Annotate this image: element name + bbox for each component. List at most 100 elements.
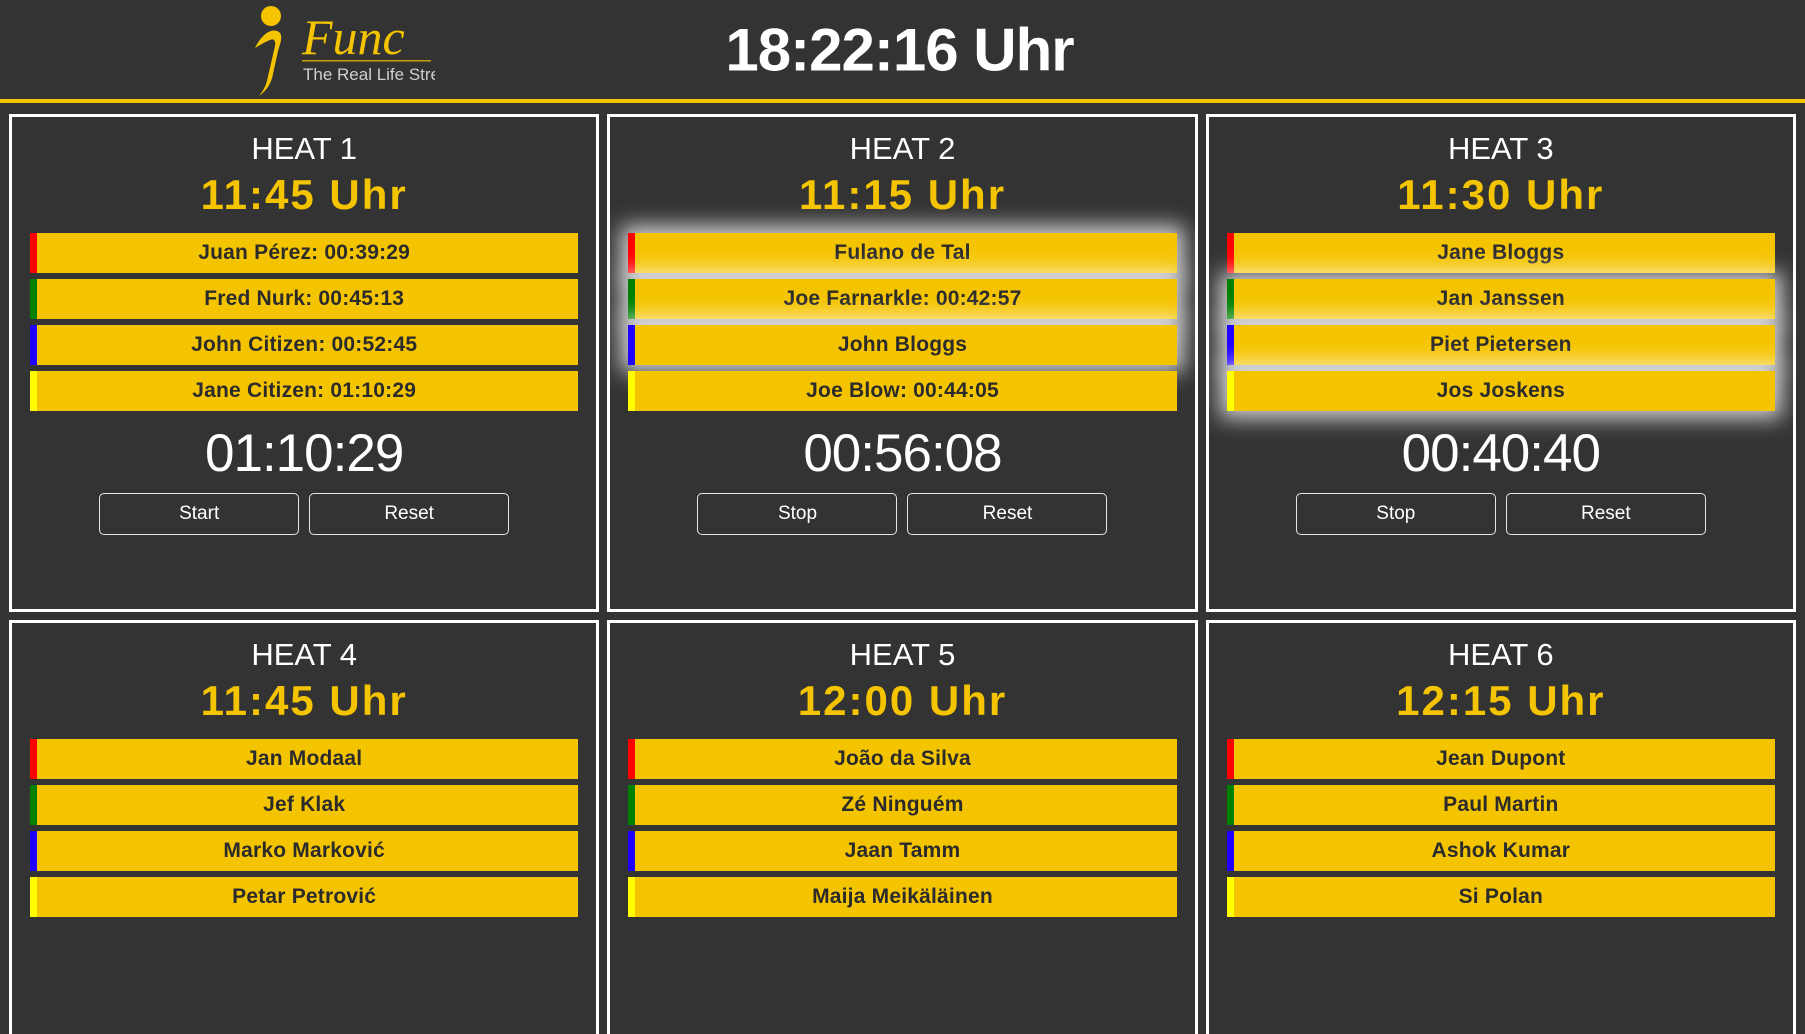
lane-color-marker <box>628 785 636 826</box>
heat-title: HEAT 6 <box>1447 637 1554 672</box>
lane-color-marker <box>628 233 636 274</box>
athlete-label: Petar Petrović <box>232 885 377 909</box>
athlete-row[interactable]: Fulano de Tal <box>628 233 1177 274</box>
heat-title: HEAT 2 <box>849 131 956 166</box>
athlete-label: Si Polan <box>1458 885 1544 909</box>
lane-color-marker <box>628 325 636 366</box>
lane-color-marker <box>1226 233 1234 274</box>
athlete-label: Jean Dupont <box>1436 747 1566 771</box>
athlete-label: Piet Pietersen <box>1429 333 1572 357</box>
heat-title: HEAT 5 <box>849 637 956 672</box>
lane-color-marker <box>1226 371 1234 412</box>
athlete-label: Jan Janssen <box>1436 287 1565 311</box>
reset-button[interactable]: Reset <box>907 493 1108 536</box>
athlete-row[interactable]: Marko Marković <box>30 831 579 872</box>
lane-color-marker <box>30 831 37 872</box>
lane-color-marker <box>628 831 636 872</box>
reset-button[interactable]: Reset <box>309 493 510 536</box>
athlete-row[interactable]: John Citizen: 00:52:45 <box>30 325 579 366</box>
athlete-row[interactable]: Piet Pietersen <box>1226 325 1775 366</box>
lane-color-marker <box>30 785 37 826</box>
heat-card: HEAT 6 12:15 Uhr Jean Dupont Paul Martin Ash… <box>1205 620 1796 1034</box>
heat-start-time: 12:00 Uhr <box>797 676 1008 724</box>
heat-card: HEAT 5 12:00 Uhr João da Silva Zé Ninguém Ja… <box>607 620 1198 1034</box>
lane-color-marker <box>1226 279 1234 320</box>
athlete-list: Fulano de Tal Joe Farnarkle: 00:42:57 John… <box>628 233 1177 412</box>
lane-color-marker <box>30 233 37 274</box>
athlete-label: Juan Pérez: 00:39:29 <box>198 241 411 265</box>
athlete-row[interactable]: Juan Pérez: 00:39:29 <box>30 233 579 274</box>
heat-start-time: 11:15 Uhr <box>798 170 1007 218</box>
start-button[interactable]: Start <box>99 493 300 536</box>
athlete-label: Joe Farnarkle: 00:42:57 <box>783 287 1022 311</box>
athlete-label: Marko Marković <box>223 839 385 863</box>
heat-card: HEAT 4 11:45 Uhr Jan Modaal Jef Klak Marko M… <box>9 620 600 1034</box>
heat-start-time: 11:45 Uhr <box>200 676 408 724</box>
lane-color-marker <box>30 877 37 918</box>
athlete-row[interactable]: Jef Klak <box>30 785 579 826</box>
athlete-row[interactable]: Jos Joskens <box>1226 371 1775 412</box>
heat-controls: Start Reset <box>30 493 578 536</box>
athlete-row[interactable]: Si Polan <box>1226 877 1775 918</box>
header-clock: 18:22:16 Uhr <box>725 16 1074 83</box>
lane-color-marker <box>30 739 37 780</box>
athlete-list: Jane Bloggs Jan Janssen Piet Pietersen Jos … <box>1226 233 1775 412</box>
heat-controls: Stop Reset <box>628 493 1176 536</box>
athlete-row[interactable]: Jean Dupont <box>1226 739 1775 780</box>
athlete-row[interactable]: Petar Petrović <box>30 877 579 918</box>
heat-timer: 01:10:29 <box>205 424 404 484</box>
heat-start-time: 12:15 Uhr <box>1396 676 1606 724</box>
heat-card: HEAT 2 11:15 Uhr Fulano de Tal Joe Farnarkl… <box>607 114 1198 612</box>
athlete-row[interactable]: Joe Farnarkle: 00:42:57 <box>628 279 1177 320</box>
heat-timer: 00:40:40 <box>1401 424 1601 484</box>
lane-color-marker <box>1226 831 1234 872</box>
athlete-row[interactable]: Fred Nurk: 00:45:13 <box>30 279 579 320</box>
heats-grid: HEAT 1 11:45 Uhr Juan Pérez: 00:39:29 Fred … <box>0 103 1805 1034</box>
athlete-row[interactable]: Jane Citizen: 01:10:29 <box>30 371 579 412</box>
athlete-row[interactable]: John Bloggs <box>628 325 1177 366</box>
athlete-row[interactable]: Jaan Tamm <box>628 831 1177 872</box>
athlete-label: Paul Martin <box>1443 793 1559 817</box>
lane-color-marker <box>30 279 37 320</box>
app-header: Func The Real Life Strength 18:22:16 Uhr <box>0 0 1805 103</box>
athlete-row[interactable]: Ashok Kumar <box>1226 831 1775 872</box>
athlete-row[interactable]: Maija Meikäläinen <box>628 877 1177 918</box>
lane-color-marker <box>30 371 37 412</box>
athlete-label: Fred Nurk: 00:45:13 <box>204 287 405 311</box>
athlete-row[interactable]: João da Silva <box>628 739 1177 780</box>
athlete-row[interactable]: Jan Modaal <box>30 739 579 780</box>
stop-button[interactable]: Stop <box>697 493 898 536</box>
reset-button[interactable]: Reset <box>1505 493 1706 536</box>
lane-color-marker <box>30 325 37 366</box>
heat-start-time: 11:30 Uhr <box>1397 170 1605 218</box>
lane-color-marker <box>628 877 636 918</box>
athlete-row[interactable]: Jan Janssen <box>1226 279 1775 320</box>
athlete-label: Jane Bloggs <box>1437 241 1565 265</box>
athlete-list: João da Silva Zé Ninguém Jaan Tamm Maija Me… <box>628 739 1177 918</box>
stop-button[interactable]: Stop <box>1295 493 1496 536</box>
athlete-label: John Bloggs <box>837 333 968 357</box>
athlete-label: Fulano de Tal <box>834 241 971 265</box>
athlete-row[interactable]: Joe Blow: 00:44:05 <box>628 371 1177 412</box>
athlete-label: Jef Klak <box>263 793 346 817</box>
athlete-list: Jean Dupont Paul Martin Ashok Kumar Si Pola… <box>1226 739 1775 918</box>
heat-title: HEAT 3 <box>1447 131 1554 166</box>
lane-color-marker <box>628 371 636 412</box>
athlete-label: Jan Modaal <box>245 747 363 771</box>
lane-color-marker <box>628 739 636 780</box>
athlete-row[interactable]: Paul Martin <box>1226 785 1775 826</box>
heat-title: HEAT 1 <box>251 131 357 166</box>
heat-card: HEAT 3 11:30 Uhr Jane Bloggs Jan Janssen Pie… <box>1205 114 1796 612</box>
athlete-row[interactable]: Jane Bloggs <box>1226 233 1775 274</box>
athlete-row[interactable]: Zé Ninguém <box>628 785 1177 826</box>
athlete-label: Joe Blow: 00:44:05 <box>806 379 999 403</box>
lane-color-marker <box>628 279 636 320</box>
heat-timer: 00:56:08 <box>803 424 1002 484</box>
lane-color-marker <box>1226 877 1234 918</box>
athlete-label: Maija Meikäläinen <box>812 885 993 909</box>
athlete-label: Zé Ninguém <box>841 793 964 817</box>
athlete-list: Jan Modaal Jef Klak Marko Marković Petar Pe… <box>30 739 579 918</box>
athlete-label: John Citizen: 00:52:45 <box>191 333 418 357</box>
heat-start-time: 11:45 Uhr <box>200 170 408 218</box>
lane-color-marker <box>1226 739 1234 780</box>
